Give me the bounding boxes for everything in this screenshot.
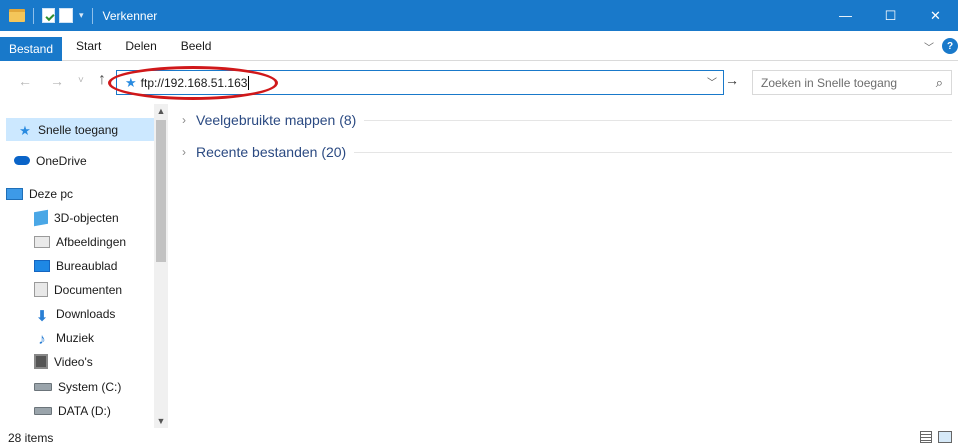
search-box[interactable]: ⌕ (752, 70, 952, 95)
address-bar[interactable]: ★ ftp://192.168.51.163 ﹀ (116, 70, 724, 95)
ribbon-right-controls: ﹀ ? (924, 38, 958, 54)
navigation-scrollbar[interactable]: ▲ ▼ (154, 104, 168, 428)
item-count: 28 items (8, 431, 54, 445)
content-pane: › Veelgebruikte mappen (8) › Recente bes… (170, 104, 958, 428)
sidebar-item-label: System (C:) (58, 379, 122, 394)
sidebar-item-label: Afbeeldingen (56, 234, 127, 249)
folder-icon[interactable] (9, 9, 25, 22)
group-header-recent-files[interactable]: › Recente bestanden (20) (182, 141, 952, 163)
drive-icon (34, 382, 52, 391)
properties-icon[interactable] (42, 8, 55, 23)
sidebar-item-data-d[interactable]: DATA (D:) (6, 399, 154, 422)
this-pc-icon (6, 187, 23, 200)
address-row: ← → ˅ ↑ ★ ftp://192.168.51.163 ﹀ → ⌕ (0, 67, 958, 97)
scroll-down-arrow-icon[interactable]: ▼ (154, 414, 168, 428)
sidebar-item-label: OneDrive (36, 153, 87, 168)
chevron-right-icon: › (182, 145, 186, 159)
pictures-icon (34, 235, 50, 248)
text-cursor (248, 75, 250, 90)
documents-icon (34, 282, 48, 297)
sidebar-item-label: 3D-objecten (54, 210, 119, 225)
downloads-icon: ⬇ (35, 307, 49, 325)
forward-arrow-icon[interactable]: → (50, 73, 64, 89)
sidebar-item-3d-objecten[interactable]: 3D-objecten (6, 206, 154, 229)
quick-access-star-icon: ★ (125, 74, 137, 90)
sidebar-item-documenten[interactable]: Documenten (6, 278, 154, 301)
search-input[interactable] (761, 75, 921, 90)
sidebar-item-muziek[interactable]: ♪ Muziek (6, 326, 154, 349)
drive-icon (34, 406, 52, 415)
sidebar-item-label: Deze pc (29, 186, 74, 201)
up-arrow-icon[interactable]: ↑ (98, 71, 106, 89)
new-folder-icon[interactable] (59, 8, 73, 23)
view-buttons (920, 431, 952, 443)
ribbon: Bestand Start Delen Beeld ﹀ ? (0, 31, 958, 61)
navigation-pane: ★ Snelle toegang OneDrive Deze pc 3D-obj… (0, 104, 168, 428)
sidebar-item-bureaublad[interactable]: Bureaublad (6, 254, 154, 277)
scrollbar-thumb[interactable] (156, 120, 166, 262)
toolbar-separator (91, 7, 93, 24)
sidebar-item-videos[interactable]: Video's (6, 350, 154, 373)
sidebar-item-afbeeldingen[interactable]: Afbeeldingen (6, 230, 154, 253)
tab-delen[interactable]: Delen (113, 39, 168, 53)
details-view-icon[interactable] (920, 431, 932, 443)
address-history-chevron-icon[interactable]: ﹀ (707, 74, 717, 89)
quick-access-toolbar: ▾ (0, 0, 97, 31)
recent-locations-chevron-icon[interactable]: ˅ (78, 75, 84, 86)
chevron-right-icon: › (182, 113, 186, 127)
videos-icon (34, 354, 48, 369)
large-icons-view-icon[interactable] (938, 431, 952, 443)
onedrive-cloud-icon (14, 156, 30, 165)
sidebar-item-label: Muziek (56, 330, 95, 345)
maximize-button[interactable]: ☐ (868, 0, 913, 31)
toolbar-separator (33, 7, 34, 24)
group-label: Recente bestanden (20) (196, 144, 347, 160)
window-controls: — ☐ ✕ (823, 0, 958, 31)
search-icon[interactable]: ⌕ (936, 75, 943, 91)
sidebar-item-deze-pc[interactable]: Deze pc (6, 182, 154, 205)
customize-toolbar-chevron-icon[interactable]: ▾ (79, 10, 84, 21)
sidebar-item-label: Bureaublad (56, 258, 118, 273)
desktop-icon (34, 259, 50, 272)
go-arrow-icon[interactable]: → (725, 72, 739, 88)
sidebar-item-snelle-toegang[interactable]: ★ Snelle toegang (6, 118, 156, 141)
sidebar-item-label: Documenten (54, 282, 123, 297)
minimize-button[interactable]: — (823, 0, 868, 31)
divider (354, 151, 952, 153)
quick-access-star-icon: ★ (19, 122, 31, 138)
sidebar-item-downloads[interactable]: ⬇ Downloads (6, 302, 154, 325)
expand-ribbon-chevron-icon[interactable]: ﹀ (924, 39, 934, 54)
divider (364, 119, 952, 121)
music-icon: ♪ (38, 330, 46, 348)
group-label: Veelgebruikte mappen (8) (196, 112, 357, 128)
sidebar-item-onedrive[interactable]: OneDrive (6, 149, 154, 172)
sidebar-item-label: DATA (D:) (58, 403, 111, 418)
status-bar: 28 items (0, 428, 958, 448)
sidebar-item-label: Downloads (56, 306, 116, 321)
tab-start[interactable]: Start (62, 39, 113, 53)
sidebar-item-label: Snelle toegang (38, 122, 119, 137)
window-title: Verkenner (102, 8, 158, 23)
sidebar-item-label: Video's (54, 354, 93, 369)
back-arrow-icon[interactable]: ← (18, 73, 32, 89)
scroll-up-arrow-icon[interactable]: ▲ (154, 104, 168, 118)
address-input[interactable]: ftp://192.168.51.163 (141, 76, 248, 90)
title-bar: ▾ Verkenner — ☐ ✕ (0, 0, 958, 31)
3d-objects-icon (34, 209, 48, 226)
close-button[interactable]: ✕ (913, 0, 958, 31)
group-header-frequent-folders[interactable]: › Veelgebruikte mappen (8) (182, 109, 952, 131)
help-icon[interactable]: ? (942, 38, 958, 54)
sidebar-item-system-c[interactable]: System (C:) (6, 375, 154, 398)
tab-beeld[interactable]: Beeld (169, 39, 224, 53)
tab-bestand[interactable]: Bestand (0, 37, 63, 61)
